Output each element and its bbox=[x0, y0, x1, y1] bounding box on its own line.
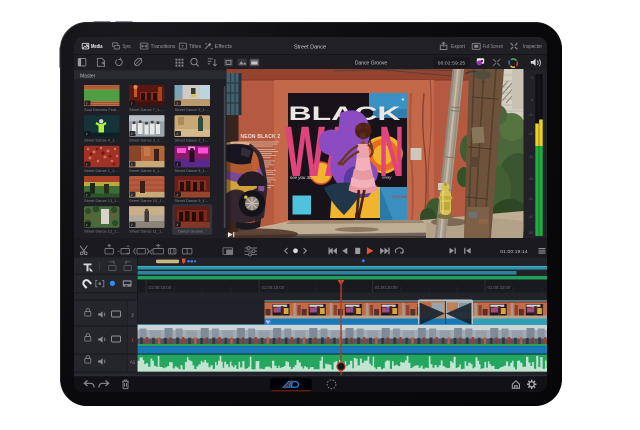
svg-text:♪: ♪ bbox=[86, 222, 88, 227]
svg-text:01:00:19:14: 01:00:19:14 bbox=[500, 249, 528, 255]
svg-text:♪: ♪ bbox=[131, 131, 133, 136]
svg-text:Street Dance 1_1...: Street Dance 1_1... bbox=[84, 168, 118, 173]
svg-text:-10: -10 bbox=[528, 113, 533, 117]
svg-text:♪: ♪ bbox=[131, 192, 133, 197]
svg-text:Street Dance: Street Dance bbox=[294, 44, 326, 50]
svg-text:0: 0 bbox=[531, 76, 533, 80]
svg-text:♪: ♪ bbox=[86, 192, 88, 197]
svg-text:Sync: Sync bbox=[123, 44, 132, 50]
svg-text:01:00:18:00: 01:00:18:00 bbox=[262, 285, 285, 290]
svg-text:-20: -20 bbox=[528, 155, 533, 159]
svg-text:Dance Groove: Dance Groove bbox=[355, 61, 387, 67]
svg-text:-40: -40 bbox=[528, 215, 533, 219]
svg-text:♪: ♪ bbox=[86, 162, 88, 167]
svg-text:01:00:20:00: 01:00:20:00 bbox=[375, 285, 398, 290]
svg-text:W: W bbox=[285, 113, 325, 192]
svg-text:♪: ♪ bbox=[131, 222, 133, 227]
svg-text:♪: ♪ bbox=[86, 131, 88, 136]
svg-text:Titles: Titles bbox=[189, 44, 202, 50]
svg-text:Street Dance 2_1...: Street Dance 2_1... bbox=[175, 137, 209, 142]
svg-text:-50: -50 bbox=[528, 231, 533, 235]
svg-text:♪: ♪ bbox=[176, 101, 178, 106]
svg-text:1: 1 bbox=[131, 338, 134, 343]
svg-text:01:00:22:00: 01:00:22:00 bbox=[488, 285, 511, 290]
svg-text:Inspector: Inspector bbox=[523, 44, 542, 50]
svg-text:see you 3D: see you 3D bbox=[290, 175, 313, 180]
svg-text:♪: ♪ bbox=[176, 192, 178, 197]
svg-text:Transitions: Transitions bbox=[151, 44, 176, 50]
svg-text:Street Dance 10_1...: Street Dance 10_1... bbox=[129, 198, 165, 203]
svg-text:♪: ♪ bbox=[86, 101, 88, 106]
svg-text:Master: Master bbox=[80, 74, 96, 80]
svg-text:-25: -25 bbox=[528, 177, 533, 181]
svg-text:Dance Groove: Dance Groove bbox=[178, 229, 203, 234]
svg-text:01:00:16:00: 01:00:16:00 bbox=[149, 285, 172, 290]
svg-text:GOTHAM: GOTHAM bbox=[392, 195, 407, 199]
svg-text:00:02:59:25: 00:02:59:25 bbox=[438, 60, 466, 66]
svg-text:-30: -30 bbox=[528, 197, 533, 201]
svg-text:T: T bbox=[181, 44, 184, 49]
svg-text:-5: -5 bbox=[530, 98, 533, 102]
svg-text:Street Dance 12_1...: Street Dance 12_1... bbox=[84, 229, 120, 234]
svg-text:Media: Media bbox=[91, 44, 103, 50]
svg-text:Street Dance 6_1...: Street Dance 6_1... bbox=[129, 168, 163, 173]
svg-text:-15: -15 bbox=[528, 132, 533, 136]
svg-text:♪: ♪ bbox=[176, 222, 178, 227]
svg-text:Street Dance 11_1...: Street Dance 11_1... bbox=[129, 229, 164, 234]
svg-text:A1: A1 bbox=[130, 360, 136, 365]
svg-text:Street Dance 3_1...: Street Dance 3_1... bbox=[129, 137, 163, 142]
svg-text:Soul Dancers Feat...: Soul Dancers Feat... bbox=[84, 107, 119, 112]
svg-text:♪: ♪ bbox=[131, 162, 133, 167]
svg-text:2: 2 bbox=[131, 313, 134, 318]
svg-text:Street Dance 9_1...: Street Dance 9_1... bbox=[175, 198, 209, 203]
svg-text:♪: ♪ bbox=[131, 101, 133, 106]
svg-text:♪: ♪ bbox=[176, 162, 178, 167]
svg-text:Street Dance 4_1...: Street Dance 4_1... bbox=[84, 137, 118, 142]
svg-text:Street Dance 13_1...: Street Dance 13_1... bbox=[84, 198, 120, 203]
svg-text:NEON BLACK 2: NEON BLACK 2 bbox=[241, 134, 281, 140]
svg-text:Street Dance 8_1...: Street Dance 8_1... bbox=[175, 168, 209, 173]
svg-text:N: N bbox=[379, 113, 404, 192]
svg-text:Export: Export bbox=[451, 44, 466, 50]
svg-text:♪: ♪ bbox=[176, 131, 178, 136]
svg-text:Full Screen: Full Screen bbox=[483, 44, 503, 50]
svg-text:Street Dance 5_1....: Street Dance 5_1.... bbox=[175, 107, 210, 112]
svg-text:oway: oway bbox=[382, 175, 392, 180]
svg-text:Street Dance 7_1....: Street Dance 7_1.... bbox=[129, 107, 164, 112]
svg-text:Effects: Effects bbox=[215, 44, 233, 50]
svg-text:*: * bbox=[402, 98, 405, 105]
